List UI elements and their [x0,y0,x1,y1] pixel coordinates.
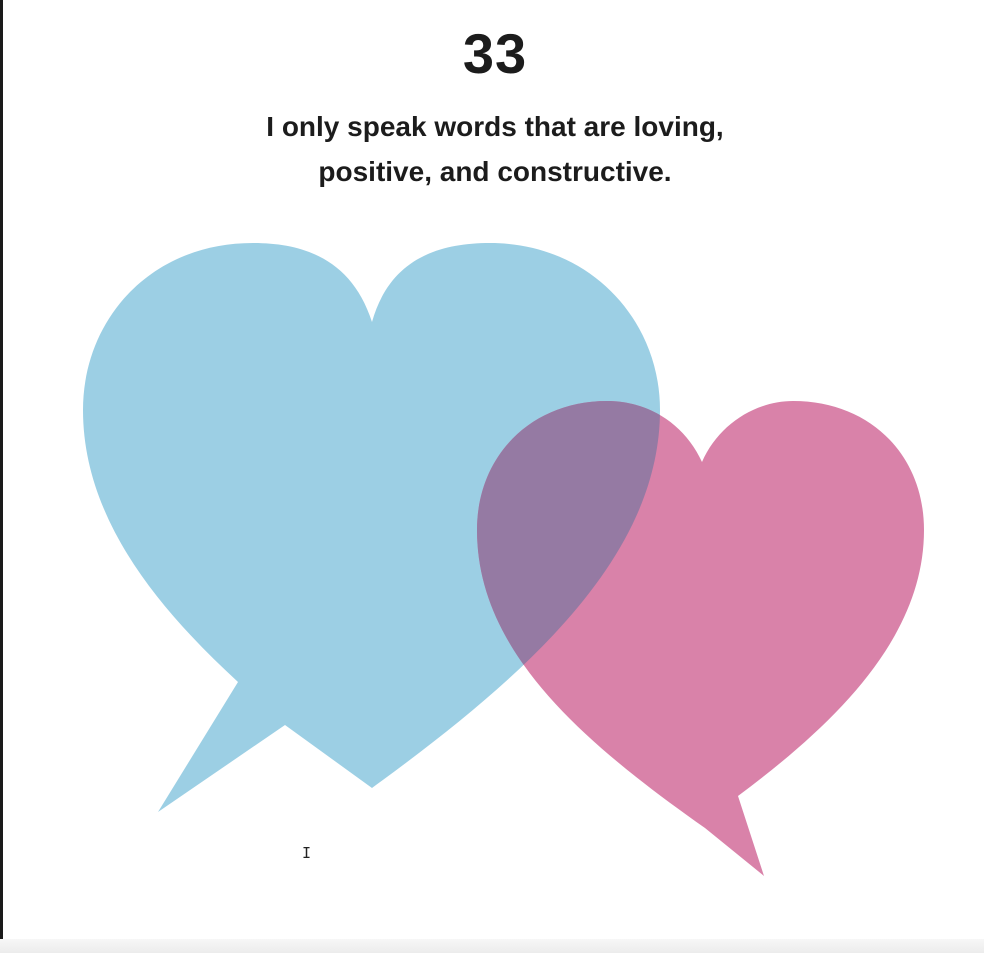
hearts-illustration [83,243,924,876]
book-page: 33 I only speak words that are loving, p… [0,0,984,953]
i-beam-cursor-icon: I [302,844,312,862]
window-bottom-edge [0,939,984,953]
